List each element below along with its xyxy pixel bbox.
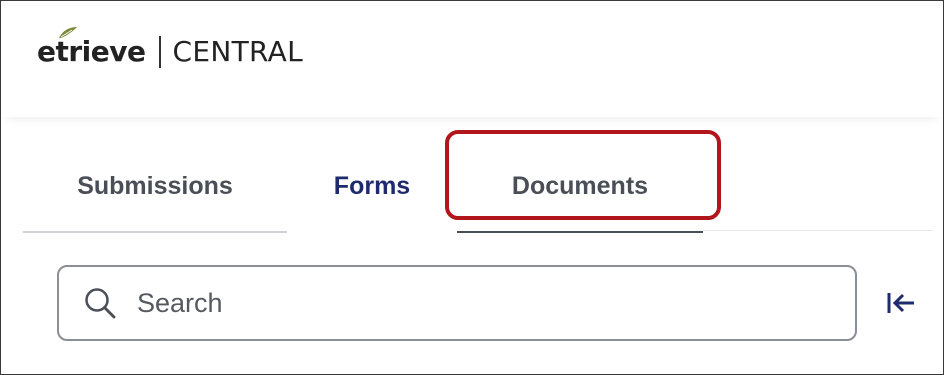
leaf-icon — [59, 27, 77, 38]
brand-divider — [158, 35, 161, 68]
tab-bar: Submissions Forms Documents — [23, 141, 933, 233]
tab-label: Documents — [511, 171, 649, 200]
tab-submissions[interactable]: Submissions — [23, 141, 287, 233]
collapse-left-icon — [887, 293, 914, 313]
brand: etrieve CENTRAL — [37, 27, 303, 68]
etrieve-logo: etrieve — [37, 27, 146, 68]
search-icon — [85, 288, 116, 319]
tab-label: Submissions — [77, 171, 233, 200]
tabs-divider — [703, 230, 933, 231]
search-box[interactable] — [57, 265, 857, 341]
tab-forms[interactable]: Forms — [287, 141, 457, 231]
product-name: CENTRAL — [172, 35, 303, 68]
collapse-panel-button[interactable] — [881, 284, 921, 322]
logo-text: etrieve — [37, 35, 146, 68]
app-window: etrieve CENTRAL Submissions Forms Docume… — [0, 0, 944, 375]
tab-label: Forms — [333, 171, 411, 200]
tab-documents[interactable]: Documents — [457, 141, 703, 233]
header: etrieve CENTRAL — [1, 1, 943, 117]
search-input[interactable] — [137, 287, 817, 319]
